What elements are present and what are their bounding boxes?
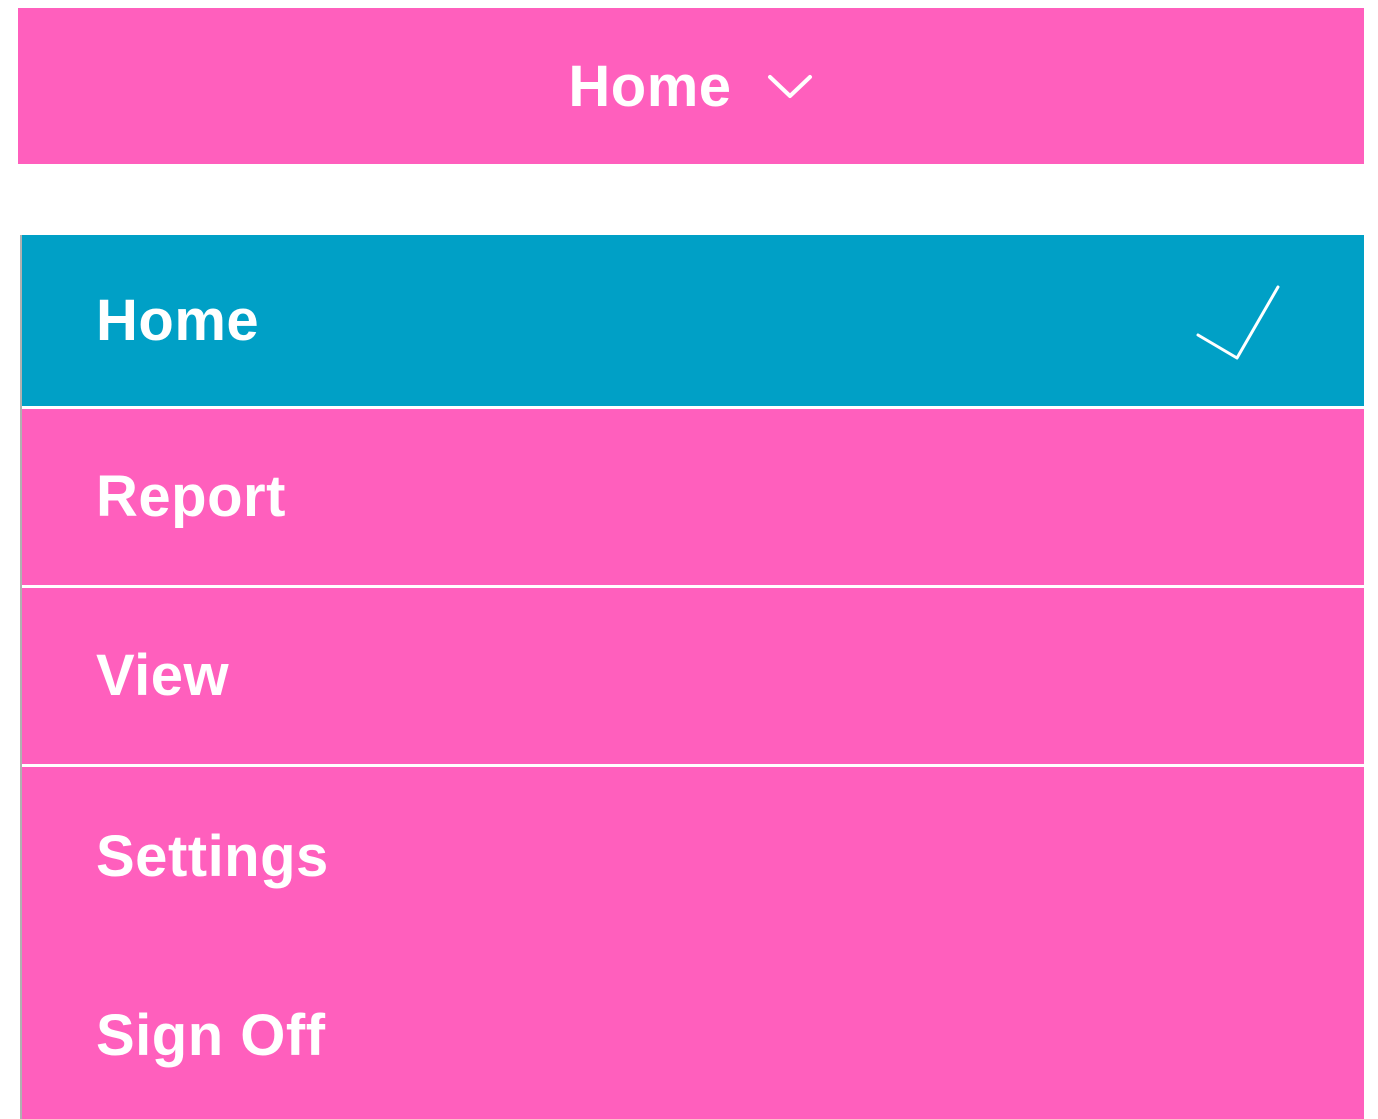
menu-item-label: Settings — [96, 823, 329, 889]
menu-item-label: Home — [96, 287, 260, 353]
page: Home Home Report View Settings Sign Off — [0, 0, 1378, 1119]
menu-item-settings[interactable]: Settings — [22, 767, 1364, 946]
menu-item-label: Sign Off — [96, 1002, 326, 1068]
menu-toggle-header[interactable]: Home — [18, 8, 1364, 164]
header-title: Home — [568, 54, 732, 119]
dropdown-menu: Home Report View Settings Sign Off — [20, 235, 1364, 1119]
checkmark-icon — [1196, 285, 1280, 361]
menu-item-view[interactable]: View — [22, 588, 1364, 767]
menu-item-sign-off[interactable]: Sign Off — [22, 946, 1364, 1119]
menu-item-label: Report — [96, 464, 286, 529]
chevron-down-icon — [766, 71, 814, 101]
menu-item-label: View — [96, 643, 230, 708]
menu-item-home[interactable]: Home — [22, 235, 1364, 409]
menu-item-report[interactable]: Report — [22, 409, 1364, 588]
